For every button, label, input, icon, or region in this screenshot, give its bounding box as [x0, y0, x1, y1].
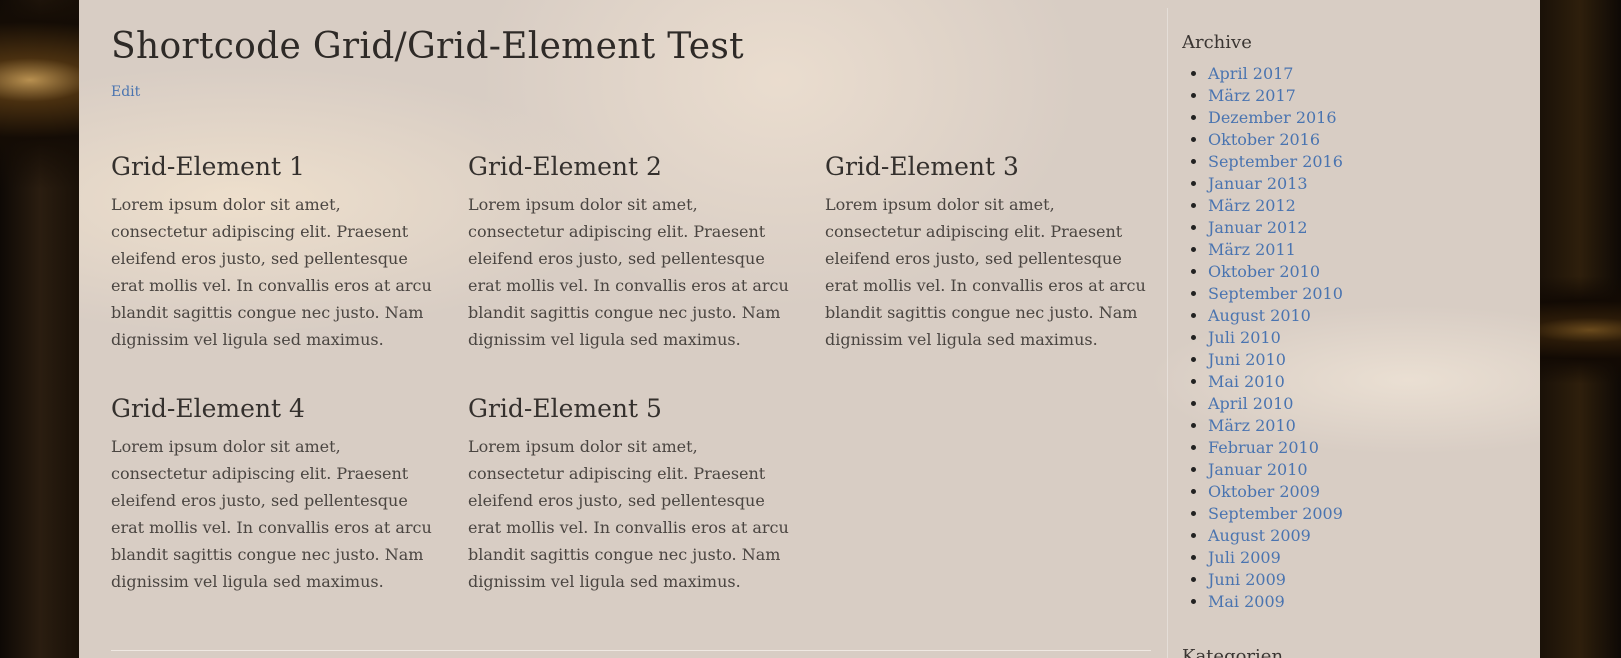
- archive-item: März 2010: [1208, 415, 1343, 437]
- archive-item: September 2009: [1208, 503, 1343, 525]
- archive-item: Januar 2013: [1208, 173, 1343, 195]
- grid-element-title: Grid-Element 3: [825, 152, 1019, 181]
- archive-item: März 2011: [1208, 239, 1343, 261]
- archive-link[interactable]: September 2010: [1208, 284, 1343, 303]
- archive-widget-title: Archive: [1182, 32, 1252, 53]
- archive-item: April 2017: [1208, 63, 1343, 85]
- archive-item: Mai 2010: [1208, 371, 1343, 393]
- archive-item: Dezember 2016: [1208, 107, 1343, 129]
- archive-item: Juli 2009: [1208, 547, 1343, 569]
- archive-item: Januar 2010: [1208, 459, 1343, 481]
- archive-link[interactable]: Juli 2010: [1208, 328, 1281, 347]
- archive-item: April 2010: [1208, 393, 1343, 415]
- sidebar: Archive April 2017 März 2017 Dezember 20…: [1182, 0, 1512, 658]
- page-panel: Shortcode Grid/Grid-Element Test Edit Gr…: [79, 0, 1540, 658]
- grid-element-title: Grid-Element 4: [111, 394, 305, 423]
- archive-item: Oktober 2009: [1208, 481, 1343, 503]
- archive-link[interactable]: Januar 2013: [1208, 174, 1308, 193]
- archive-item: August 2010: [1208, 305, 1343, 327]
- archive-item: Januar 2012: [1208, 217, 1343, 239]
- archive-item: August 2009: [1208, 525, 1343, 547]
- grid-element-text: Lorem ipsum dolor sit amet, consectetur …: [111, 437, 432, 591]
- grid-element: Grid-Element 5 Lorem ipsum dolor sit ame…: [468, 394, 793, 595]
- archive-link[interactable]: August 2009: [1208, 526, 1311, 545]
- grid-element: Grid-Element 2 Lorem ipsum dolor sit ame…: [468, 152, 793, 353]
- archive-link[interactable]: April 2017: [1208, 64, 1293, 83]
- archive-item: Mai 2009: [1208, 591, 1343, 613]
- grid-element: Grid-Element 3 Lorem ipsum dolor sit ame…: [825, 152, 1150, 353]
- grid-element-text: Lorem ipsum dolor sit amet, consectetur …: [825, 195, 1146, 349]
- edit-link[interactable]: Edit: [111, 84, 140, 100]
- archive-link[interactable]: Oktober 2010: [1208, 262, 1320, 281]
- archive-item: Juni 2010: [1208, 349, 1343, 371]
- sidebar-divider: [1167, 8, 1168, 658]
- main-content: Shortcode Grid/Grid-Element Test Edit Gr…: [111, 0, 1151, 658]
- archive-link[interactable]: Februar 2010: [1208, 438, 1319, 457]
- archive-item: Juli 2010: [1208, 327, 1343, 349]
- archive-link[interactable]: Januar 2012: [1208, 218, 1308, 237]
- archive-item: Oktober 2016: [1208, 129, 1343, 151]
- grid-element: Grid-Element 1 Lorem ipsum dolor sit ame…: [111, 152, 436, 353]
- archive-link[interactable]: März 2012: [1208, 196, 1296, 215]
- archive-link[interactable]: März 2017: [1208, 86, 1296, 105]
- archive-link[interactable]: August 2010: [1208, 306, 1311, 325]
- archive-link[interactable]: März 2010: [1208, 416, 1296, 435]
- archive-link[interactable]: Oktober 2016: [1208, 130, 1320, 149]
- archive-item: Oktober 2010: [1208, 261, 1343, 283]
- grid-element-title: Grid-Element 1: [111, 152, 305, 181]
- content-divider: [111, 650, 1151, 651]
- archive-item: März 2017: [1208, 85, 1343, 107]
- grid-element: Grid-Element 4 Lorem ipsum dolor sit ame…: [111, 394, 436, 595]
- archive-link[interactable]: Juli 2009: [1208, 548, 1281, 567]
- grid-element-title: Grid-Element 2: [468, 152, 662, 181]
- archive-link[interactable]: September 2016: [1208, 152, 1343, 171]
- archive-list: April 2017 März 2017 Dezember 2016 Oktob…: [1182, 63, 1343, 613]
- archive-item: Juni 2009: [1208, 569, 1343, 591]
- grid-element-title: Grid-Element 5: [468, 394, 662, 423]
- archive-link[interactable]: Dezember 2016: [1208, 108, 1337, 127]
- archive-item: September 2010: [1208, 283, 1343, 305]
- grid-element-text: Lorem ipsum dolor sit amet, consectetur …: [468, 195, 789, 349]
- archive-link[interactable]: Mai 2009: [1208, 592, 1285, 611]
- archive-item: März 2012: [1208, 195, 1343, 217]
- archive-link[interactable]: September 2009: [1208, 504, 1343, 523]
- page-title: Shortcode Grid/Grid-Element Test: [111, 26, 744, 67]
- archive-link[interactable]: Januar 2010: [1208, 460, 1308, 479]
- archive-link[interactable]: März 2011: [1208, 240, 1296, 259]
- archive-item: Februar 2010: [1208, 437, 1343, 459]
- categories-widget-title: Kategorien: [1182, 646, 1284, 658]
- grid-element-text: Lorem ipsum dolor sit amet, consectetur …: [111, 195, 432, 349]
- archive-link[interactable]: Juni 2010: [1208, 350, 1286, 369]
- archive-link[interactable]: April 2010: [1208, 394, 1293, 413]
- archive-link[interactable]: Juni 2009: [1208, 570, 1286, 589]
- archive-item: September 2016: [1208, 151, 1343, 173]
- archive-link[interactable]: Oktober 2009: [1208, 482, 1320, 501]
- grid-element-text: Lorem ipsum dolor sit amet, consectetur …: [468, 437, 789, 591]
- archive-link[interactable]: Mai 2010: [1208, 372, 1285, 391]
